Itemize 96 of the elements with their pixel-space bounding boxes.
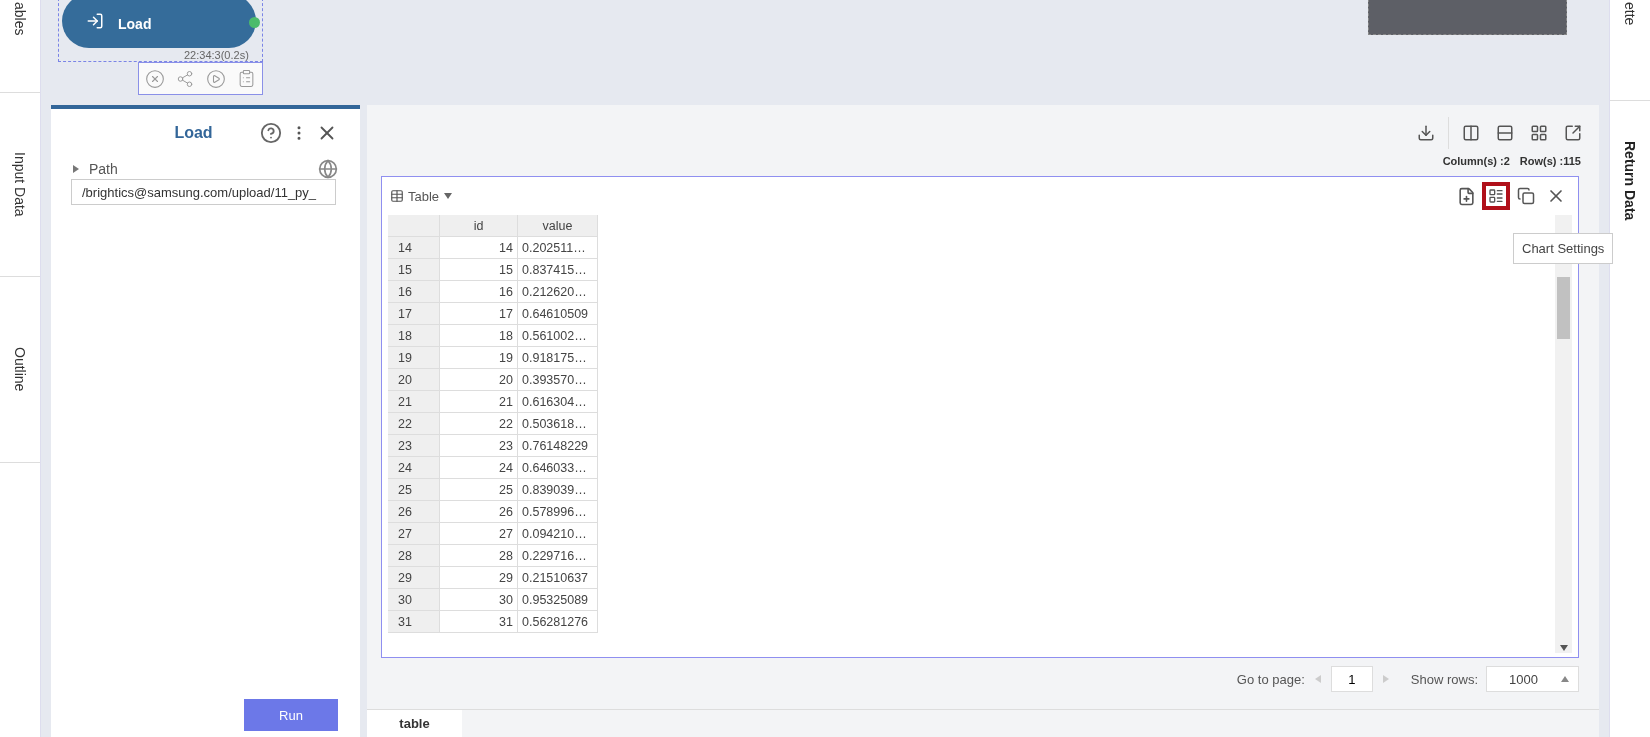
side-tab[interactable]: ette (1622, 2, 1638, 26)
panel-title: Load (173, 124, 214, 142)
row-number: 14 (388, 237, 440, 259)
table-cell: 0.56281276 (518, 611, 598, 633)
scroll-thumb[interactable] (1557, 277, 1570, 339)
row-number: 27 (388, 523, 440, 545)
row-number: 30 (388, 589, 440, 611)
side-tab[interactable]: Outline (12, 347, 28, 392)
row-number: 24 (388, 457, 440, 479)
output-port[interactable] (249, 17, 260, 28)
row-number: 23 (388, 435, 440, 457)
node-label: Load (118, 16, 152, 32)
row-number: 29 (388, 567, 440, 589)
delete-icon[interactable] (144, 68, 165, 89)
table-cell: 0.646033… (518, 457, 598, 479)
table-cell: 15 (440, 259, 518, 281)
table-cell: 28 (440, 545, 518, 567)
globe-icon[interactable] (318, 159, 338, 179)
table-cell: 16 (440, 281, 518, 303)
table-cell: 0.578996… (518, 501, 598, 523)
table-cell: 0.64610509 (518, 303, 598, 325)
column-header[interactable]: value (518, 215, 598, 237)
row-number: 15 (388, 259, 440, 281)
page-field[interactable]: 1 (1330, 666, 1373, 692)
table-cell: 0.094210… (518, 523, 598, 545)
result-tab[interactable]: table (367, 710, 462, 737)
table-cell: 0.229716… (518, 545, 598, 567)
tooltip: Chart Settings (1513, 233, 1614, 264)
side-tab[interactable]: Input Data (12, 152, 28, 217)
table-cell: 17 (440, 303, 518, 325)
section-label[interactable]: Path (89, 161, 310, 177)
load-node[interactable]: Load (62, 0, 256, 48)
list-icon (1488, 188, 1504, 204)
table-cell: 25 (440, 479, 518, 501)
table-cell: 30 (440, 589, 518, 611)
play-icon[interactable] (205, 68, 226, 89)
row-number: 18 (388, 325, 440, 347)
table-cell: 0.616304… (518, 391, 598, 413)
table-cell: 31 (440, 611, 518, 633)
caret-icon (443, 191, 454, 201)
table-cell: 0.21510637 (518, 567, 598, 589)
row-number: 25 (388, 479, 440, 501)
help-icon[interactable] (260, 122, 282, 144)
table-cell: 19 (440, 347, 518, 369)
row-number: 31 (388, 611, 440, 633)
table-cell: 26 (440, 501, 518, 523)
row-number: 16 (388, 281, 440, 303)
table-cell: 20 (440, 369, 518, 391)
chart-settings-button[interactable] (1482, 182, 1510, 210)
row-number: 28 (388, 545, 440, 567)
network-icon[interactable] (176, 69, 195, 88)
row-count: Row(s) :115 (1519, 155, 1581, 167)
row-number: 21 (388, 391, 440, 413)
table-cell: 29 (440, 567, 518, 589)
table-cell: 14 (440, 237, 518, 259)
column-count: Column(s) :2 (1442, 155, 1510, 167)
table-cell: 22 (440, 413, 518, 435)
table-cell: 0.837415… (518, 259, 598, 281)
column-header[interactable]: id (440, 215, 518, 237)
table-cell: 23 (440, 435, 518, 457)
table-cell: 0.202511… (518, 237, 598, 259)
path-field[interactable]: /brightics@samsung.com/upload/11_py_ (71, 179, 336, 205)
table-cell: 0.561002… (518, 325, 598, 347)
next-page-icon (1380, 674, 1391, 684)
row-number: 26 (388, 501, 440, 523)
caret-icon (71, 164, 81, 174)
caret-icon (1560, 674, 1570, 684)
row-number: 19 (388, 347, 440, 369)
login-icon (86, 12, 104, 30)
run-button[interactable]: Run (244, 699, 338, 731)
view-selector[interactable]: Table (390, 188, 454, 204)
table-cell: 24 (440, 457, 518, 479)
table-cell: 21 (440, 391, 518, 413)
table-cell: 0.839039… (518, 479, 598, 501)
table-icon (390, 189, 404, 203)
table-cell: 0.918175… (518, 347, 598, 369)
table-cell: 0.212620… (518, 281, 598, 303)
table-cell: 0.76148229 (518, 435, 598, 457)
run-time: 22:34:3(0.2s) (184, 49, 249, 61)
corner-cell (388, 215, 440, 237)
row-number: 22 (388, 413, 440, 435)
row-number: 17 (388, 303, 440, 325)
table-cell: 0.503618… (518, 413, 598, 435)
table-cell: 18 (440, 325, 518, 347)
table-cell: 0.95325089 (518, 589, 598, 611)
side-tab[interactable]: ables (12, 2, 28, 36)
table-cell: 0.393570… (518, 369, 598, 391)
page-label: Go to page: (1236, 671, 1305, 687)
copy-icon (1517, 187, 1535, 205)
file-plus-icon (1456, 186, 1476, 206)
scroll-down-icon (1558, 643, 1569, 653)
side-tab[interactable]: Return Data (1622, 141, 1638, 221)
rows-select[interactable]: 1000 (1486, 666, 1579, 692)
row-number: 20 (388, 369, 440, 391)
rows-label: Show rows: (1410, 671, 1478, 687)
table-cell: 27 (440, 523, 518, 545)
